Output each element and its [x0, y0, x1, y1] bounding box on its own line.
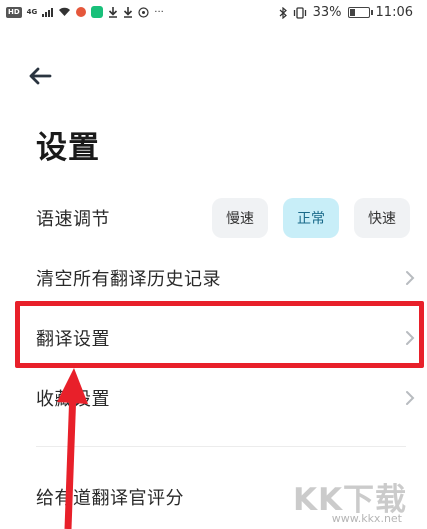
hd-icon: HD: [6, 6, 22, 18]
battery-icon: [347, 7, 373, 18]
location-icon: [138, 6, 149, 18]
speech-speed-options: 慢速 正常 快速: [212, 198, 410, 238]
status-bar: HD 4G ··· 33% 11:06: [0, 0, 427, 30]
watermark-url: www.kkx.net: [331, 512, 402, 525]
network-type: 4G: [26, 8, 38, 16]
speed-normal-button[interactable]: 正常: [283, 198, 339, 238]
back-arrow-icon[interactable]: [26, 62, 54, 90]
speech-speed-row: 语速调节 慢速 正常 快速: [36, 198, 416, 238]
highlight-box: [15, 301, 424, 368]
wifi-icon: [59, 7, 71, 16]
status-left-icons: HD 4G ···: [6, 6, 164, 18]
download-icon: [109, 6, 118, 18]
page-title: 设置: [36, 130, 100, 166]
status-right-icons: 33% 11:06: [279, 5, 413, 20]
chevron-right-icon: [406, 271, 415, 285]
clock: 11:06: [375, 5, 413, 20]
speed-slow-button[interactable]: 慢速: [212, 198, 268, 238]
pointer-arrow-icon: [57, 368, 88, 529]
more-notifications-icon: ···: [154, 6, 164, 18]
speech-speed-label: 语速调节: [36, 209, 110, 230]
app-store-icon: [91, 6, 104, 18]
signal-icon: [42, 7, 54, 17]
speed-fast-button[interactable]: 快速: [354, 198, 410, 238]
bluetooth-icon: [279, 6, 287, 19]
download-icon-2: [124, 6, 133, 18]
battery-percent: 33%: [312, 5, 342, 20]
clear-history-label: 清空所有翻译历史记录: [36, 269, 221, 290]
chevron-right-icon: [406, 391, 415, 405]
app-notification-icon: [76, 7, 87, 17]
clear-history-row[interactable]: 清空所有翻译历史记录: [36, 258, 416, 298]
vibrate-icon: [293, 6, 306, 19]
